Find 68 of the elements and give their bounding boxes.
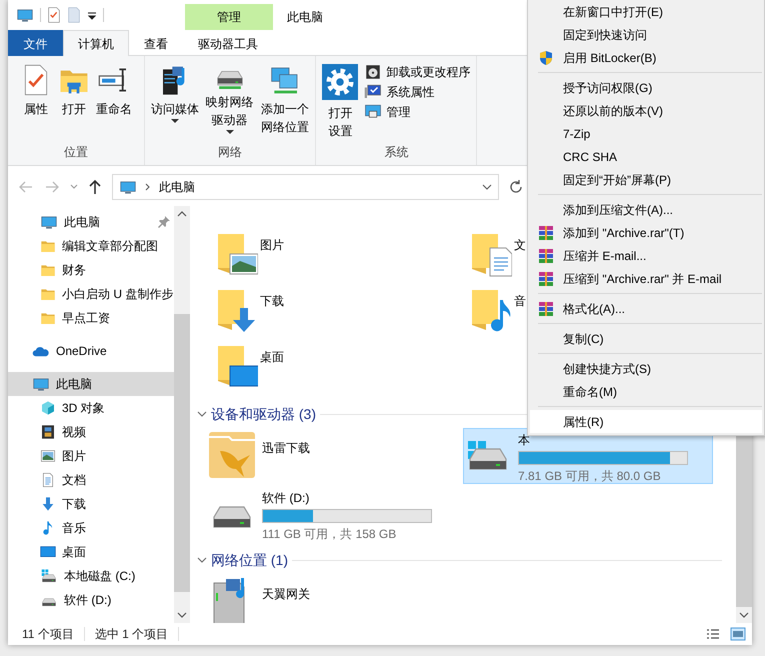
menu-item[interactable]: 重命名(M) <box>530 380 762 403</box>
menu-item[interactable]: 在新窗口中打开(E) <box>530 0 762 23</box>
ribbon-tab[interactable]: 查看 <box>129 30 183 56</box>
menu-item[interactable]: 固定到快速访问 <box>530 23 762 46</box>
address-field[interactable]: 此电脑 <box>112 174 499 200</box>
ribbon-button[interactable]: 重命名 <box>94 62 134 143</box>
drive-space-text: 7.81 GB 可用，共 80.0 GB <box>518 468 662 485</box>
nav-item[interactable]: 下载 <box>8 492 174 516</box>
nav-item[interactable]: 本地磁盘 (C:) <box>8 564 174 588</box>
ribbon-button[interactable]: 添加一个网络位置 <box>258 62 312 143</box>
item-name[interactable]: 天翼网关 <box>262 585 310 603</box>
section-header[interactable]: 设备和驱动器 (3) <box>211 404 316 424</box>
section-header[interactable]: 网络位置 (1) <box>211 550 288 570</box>
menu-item[interactable]: 压缩到 "Archive.rar" 并 E-mail <box>530 267 762 290</box>
menu-item[interactable]: 创建快捷方式(S) <box>530 357 762 380</box>
menu-item[interactable]: 属性(R) <box>530 410 762 433</box>
folder-label[interactable]: 桌面 <box>260 348 284 366</box>
nav-item[interactable]: OneDrive <box>8 339 174 363</box>
folder-label[interactable]: 图片 <box>260 236 284 254</box>
ribbon-button[interactable]: 卸载或更改程序 <box>362 62 472 82</box>
nav-item[interactable]: 软件 (D:) <box>8 588 174 612</box>
nav-item[interactable]: 此电脑 <box>8 372 174 396</box>
menu-item[interactable]: 授予访问权限(G) <box>530 76 762 99</box>
nav-item[interactable]: 音乐 <box>8 516 174 540</box>
menu-item[interactable]: 压缩并 E-mail... <box>530 244 762 267</box>
nav-item[interactable]: 早点工资 <box>8 306 174 330</box>
group-label: 系统 <box>384 144 408 161</box>
menu-item[interactable]: 固定到“开始”屏幕(P) <box>530 168 762 191</box>
group-label: 位置 <box>64 144 88 161</box>
window-title: 此电脑 <box>287 9 323 26</box>
status-text: 选中 1 个项目 <box>94 626 168 643</box>
ribbon-button[interactable]: 映射网络驱动器 <box>203 62 256 143</box>
ribbon-button[interactable]: 打开设置 <box>320 62 360 143</box>
ribbon-button[interactable]: 管理 <box>362 102 472 122</box>
item-name[interactable]: 软件 (D:) <box>262 489 432 507</box>
menu-item[interactable]: CRC SHA <box>530 145 762 168</box>
group-label: 网络 <box>218 144 242 161</box>
context-tab-label[interactable]: 管理 <box>217 8 241 26</box>
item-name[interactable]: 迅雷下载 <box>262 439 310 457</box>
nav-item[interactable]: 桌面 <box>8 540 174 564</box>
drive-space-text: 111 GB 可用，共 158 GB <box>262 526 398 543</box>
ribbon-button[interactable]: 访问媒体 <box>149 62 201 143</box>
breadcrumb-link[interactable]: 此电脑 <box>159 178 195 196</box>
menu-item[interactable]: 7-Zip <box>530 122 762 145</box>
ribbon-button[interactable]: 打开 <box>56 62 92 143</box>
menu-item[interactable]: 复制(C) <box>530 327 762 350</box>
ribbon-button[interactable]: 系统属性 <box>362 82 472 102</box>
menu-item[interactable]: 启用 BitLocker(B) <box>530 46 762 69</box>
nav-item[interactable]: 图片 <box>8 444 174 468</box>
ribbon-button[interactable]: 属性 <box>18 62 54 143</box>
nav-item[interactable]: 编辑文章部分配图 <box>8 234 174 258</box>
nav-item[interactable]: 财务 <box>8 258 174 282</box>
folder-label[interactable]: 文 <box>514 236 526 254</box>
folder-label[interactable]: 下载 <box>260 292 284 310</box>
menu-item[interactable]: 还原以前的版本(V) <box>530 99 762 122</box>
menu-item[interactable]: 添加到压缩文件(A)... <box>530 198 762 221</box>
folder-label[interactable]: 音 <box>514 292 526 310</box>
menu-item[interactable]: 添加到 "Archive.rar"(T) <box>530 221 762 244</box>
ribbon-tab[interactable]: 计算机 <box>63 30 129 56</box>
nav-item[interactable]: 小白启动 U 盘制作步 <box>8 282 174 306</box>
nav-item[interactable]: 3D 对象 <box>8 396 174 420</box>
status-text: 11 个项目 <box>22 626 74 643</box>
nav-item[interactable]: 文档 <box>8 468 174 492</box>
nav-item[interactable]: 视频 <box>8 420 174 444</box>
ribbon-tab[interactable]: 驱动器工具 <box>183 30 273 56</box>
menu-item[interactable]: 格式化(A)... <box>530 297 762 320</box>
file-menu-button[interactable]: 文件 <box>8 30 63 56</box>
nav-item[interactable]: 此电脑 <box>8 210 174 234</box>
